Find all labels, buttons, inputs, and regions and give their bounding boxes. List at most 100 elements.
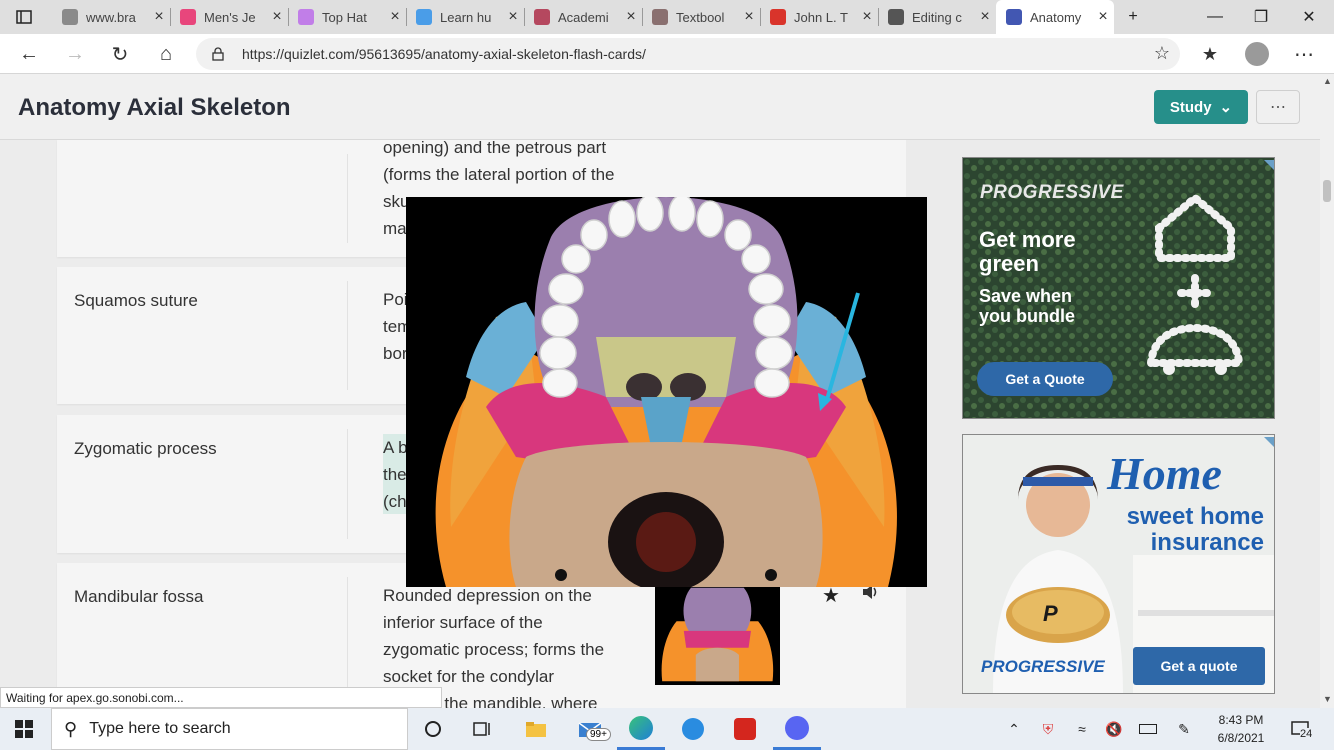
tab-favicon-icon (888, 9, 904, 25)
tab-close-icon[interactable]: × (738, 8, 760, 26)
tab-close-icon[interactable]: × (856, 8, 878, 26)
add-favorite-icon[interactable]: ☆ (1154, 43, 1170, 64)
tab-close-icon[interactable]: × (620, 8, 642, 26)
tab-bar: www.bra × Men's Je × Top Hat × Learn hu × Academ… (0, 0, 1334, 34)
notification-count: 24 (1300, 728, 1313, 740)
url-text: https://quizlet.com/95613695/anatomy-axi… (242, 46, 646, 62)
address-bar: ← → ↻ ⌂ https://quizlet.com/95613695/ana… (0, 34, 1334, 74)
tab-label: Textbool (676, 9, 725, 25)
pie-logo: P (1043, 601, 1058, 626)
status-bar: Waiting for apex.go.sonobi.com... (0, 687, 442, 708)
set-header: Anatomy Axial Skeleton Study ⌄ ⋯ (0, 74, 1320, 140)
progressive-logo: PROGRESSIVE (981, 657, 1105, 676)
lock-icon (212, 47, 224, 61)
windows-icon (15, 720, 33, 738)
tab-actions-icon[interactable] (4, 0, 44, 34)
security-icon[interactable]: ⛨ (1036, 708, 1060, 750)
edge-browser-icon[interactable] (617, 708, 665, 750)
tab-1[interactable]: www.bra × (52, 0, 170, 34)
tab-favicon-icon (62, 9, 78, 25)
notifications-icon[interactable]: 24 (1286, 708, 1316, 750)
tab-favicon-icon (770, 9, 786, 25)
taskbar: ⚲ Type here to search 99+ ⌃ ⛨ ≈ 🔇 ✎ 8:43… (0, 708, 1334, 750)
taskbar-search[interactable]: ⚲ Type here to search (51, 708, 408, 750)
ad-subheadline: insurance (1150, 529, 1264, 556)
tab-label: Learn hu (440, 9, 492, 25)
tab-close-icon[interactable]: × (266, 8, 288, 26)
ad-subheadline: Save when you bundle (979, 286, 1075, 326)
cortana-icon[interactable] (409, 708, 457, 750)
mail-icon[interactable]: 99+ (566, 708, 614, 750)
chevron-down-icon: ⌄ (1219, 99, 1233, 116)
tab-label: Anatomy (1030, 9, 1082, 25)
refresh-button[interactable]: ↻ (100, 34, 140, 74)
clock-date: 6/8/2021 (1217, 731, 1265, 745)
start-button[interactable] (0, 708, 48, 750)
tab-label: Men's Je (204, 9, 256, 25)
tab-favicon-icon (298, 9, 314, 25)
page-scrollbar[interactable]: ▲ ▼ (1320, 74, 1334, 708)
tab-close-icon[interactable]: × (974, 8, 996, 26)
tab-favicon-icon (180, 9, 196, 25)
tab-8[interactable]: Editing c × (878, 0, 996, 34)
close-window-button[interactable]: ✕ (1286, 0, 1332, 34)
ad-subheadline: sweet home (1126, 503, 1264, 530)
tab-close-icon[interactable]: × (384, 8, 406, 26)
settings-menu-icon[interactable]: ⋯ (1284, 34, 1324, 74)
tab-2[interactable]: Men's Je × (170, 0, 288, 34)
enlarged-image-overlay[interactable] (406, 197, 927, 587)
wifi-icon[interactable]: ≈ (1070, 708, 1094, 750)
tab-close-icon[interactable]: × (148, 8, 170, 26)
card-term: Zygomatic process (74, 439, 217, 458)
task-view-icon[interactable] (459, 708, 507, 750)
progressive-logo: PROGRESSIVE (980, 182, 1124, 203)
tab-favicon-icon (416, 9, 432, 25)
card-image-thumbnail[interactable] (655, 584, 780, 685)
ad-progressive-bundle[interactable]: PROGRESSIVE Get more green Save when you… (962, 157, 1275, 419)
home-button[interactable]: ⌂ (146, 34, 186, 74)
tab-label: Academi (558, 9, 609, 25)
battery-icon[interactable] (1136, 708, 1160, 750)
card-definition: A b the (ch (383, 438, 408, 511)
ad-headline: Get more green (979, 227, 1076, 276)
forward-button[interactable]: → (55, 34, 95, 74)
tab-label: www.bra (86, 9, 136, 25)
clock[interactable]: 8:43 PM 6/8/2021 (1210, 711, 1272, 747)
file-explorer-icon[interactable] (512, 708, 560, 750)
study-button[interactable]: Study ⌄ (1154, 90, 1248, 124)
tab-7[interactable]: John L. T × (760, 0, 878, 34)
pen-icon[interactable]: ✎ (1172, 708, 1196, 750)
more-options-button[interactable]: ⋯ (1256, 90, 1300, 124)
tab-favicon-icon (534, 9, 550, 25)
tab-close-icon[interactable]: × (502, 8, 524, 26)
tab-9[interactable]: Anatomy × (996, 0, 1114, 34)
get-a-quote-button[interactable]: Get a quote (1133, 647, 1265, 685)
skull-inferior-view-image (406, 197, 927, 587)
app-icon-blue[interactable] (669, 708, 717, 750)
restore-button[interactable]: ❐ (1238, 0, 1284, 34)
mail-badge: 99+ (586, 728, 611, 741)
discord-icon[interactable] (773, 708, 821, 750)
acrobat-icon[interactable] (721, 708, 769, 750)
more-options-label: ⋯ (1270, 99, 1286, 116)
get-a-quote-button[interactable]: Get a Quote (977, 362, 1113, 396)
tab-label: Editing c (912, 9, 962, 25)
show-hidden-icons[interactable]: ⌃ (1002, 708, 1026, 750)
tab-5[interactable]: Academi × (524, 0, 642, 34)
tab-3[interactable]: Top Hat × (288, 0, 406, 34)
url-field[interactable]: https://quizlet.com/95613695/anatomy-axi… (196, 38, 1180, 70)
tab-6[interactable]: Textbool × (642, 0, 760, 34)
new-tab-button[interactable]: + (1110, 0, 1156, 34)
tab-4[interactable]: Learn hu × (406, 0, 524, 34)
tab-favicon-icon (652, 9, 668, 25)
minimize-button[interactable]: — (1192, 0, 1238, 34)
ad-headline: Home (1107, 448, 1222, 499)
ad-progressive-home[interactable]: Home sweet home insurance P PROGRESSIVE … (962, 434, 1275, 694)
volume-muted-icon[interactable]: 🔇 (1102, 708, 1126, 750)
profile-avatar[interactable] (1237, 34, 1277, 74)
back-button[interactable]: ← (9, 34, 49, 74)
favorites-icon[interactable]: ★ (1190, 34, 1230, 74)
tab-label: Top Hat (322, 9, 367, 25)
card-term: Squamos suture (74, 291, 198, 310)
search-icon: ⚲ (64, 718, 78, 739)
